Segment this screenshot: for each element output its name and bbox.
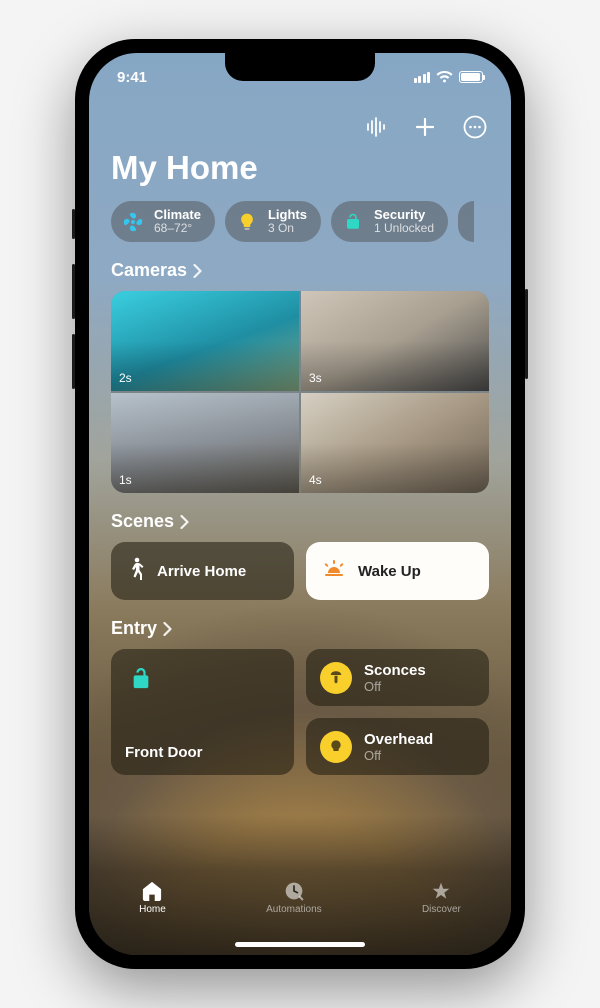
tile-state: Off	[364, 679, 426, 694]
page-title: My Home	[89, 141, 511, 201]
chevron-right-icon	[163, 622, 172, 636]
tab-label: Automations	[266, 904, 322, 915]
camera-timestamp: 4s	[309, 473, 322, 487]
tile-name: Overhead	[364, 731, 433, 748]
camera-tile[interactable]: 4s	[301, 393, 489, 493]
chip-security[interactable]: Security1 Unlocked	[331, 201, 448, 242]
add-button[interactable]	[411, 113, 439, 141]
star-icon	[431, 881, 451, 901]
camera-tile[interactable]: 2s	[111, 291, 299, 391]
house-icon	[141, 881, 163, 901]
chip-more[interactable]	[458, 201, 474, 242]
walk-icon	[127, 557, 145, 585]
chevron-right-icon	[193, 264, 202, 278]
clock-icon	[284, 881, 304, 901]
lock-icon	[125, 663, 157, 695]
intercom-button[interactable]	[361, 113, 389, 141]
chip-label: Climate	[154, 208, 201, 222]
tab-label: Home	[139, 904, 166, 915]
cameras-grid: 2s 3s 1s 4s	[111, 291, 489, 493]
tile-state: Off	[364, 748, 433, 763]
scene-arrive-home[interactable]: Arrive Home	[111, 542, 294, 600]
camera-tile[interactable]: 1s	[111, 393, 299, 493]
cellular-icon	[414, 72, 431, 83]
home-indicator	[235, 942, 365, 947]
lamp-icon	[320, 662, 352, 694]
tile-name: Front Door	[125, 744, 280, 761]
ellipsis-circle-icon	[463, 115, 487, 139]
scene-wake-up[interactable]: Wake Up	[306, 542, 489, 600]
fan-icon	[120, 209, 146, 235]
chip-sub: 3 On	[268, 222, 307, 235]
section-title: Cameras	[111, 260, 187, 281]
lock-icon	[340, 209, 366, 235]
sunrise-icon	[322, 559, 346, 583]
chip-sub: 68–72°	[154, 222, 201, 235]
camera-timestamp: 2s	[119, 371, 132, 385]
notch	[225, 53, 375, 81]
chip-climate[interactable]: Climate68–72°	[111, 201, 215, 242]
category-chips: Climate68–72° Lights3 On Security1 Unloc…	[89, 201, 511, 260]
status-indicators	[414, 71, 484, 83]
scenes-header[interactable]: Scenes	[89, 511, 511, 542]
entry-header[interactable]: Entry	[89, 618, 511, 649]
waveform-icon	[364, 116, 386, 138]
camera-timestamp: 3s	[309, 371, 322, 385]
chip-lights[interactable]: Lights3 On	[225, 201, 321, 242]
bulb-icon	[320, 731, 352, 763]
tile-front-door[interactable]: Front Door	[111, 649, 294, 775]
chip-label: Lights	[268, 208, 307, 222]
battery-icon	[459, 71, 483, 83]
phone-frame: 9:41 My Home	[75, 39, 525, 969]
more-button[interactable]	[461, 113, 489, 141]
wifi-icon	[436, 71, 453, 83]
tile-name: Sconces	[364, 662, 426, 679]
section-title: Entry	[111, 618, 157, 639]
chevron-right-icon	[180, 515, 189, 529]
plus-icon	[415, 117, 435, 137]
section-title: Scenes	[111, 511, 174, 532]
tab-label: Discover	[422, 904, 461, 915]
bulb-icon	[234, 209, 260, 235]
tile-overhead[interactable]: Overhead Off	[306, 718, 489, 775]
camera-timestamp: 1s	[119, 473, 132, 487]
chip-label: Security	[374, 208, 434, 222]
tab-discover[interactable]: Discover	[422, 881, 461, 915]
chip-sub: 1 Unlocked	[374, 222, 434, 235]
cameras-header[interactable]: Cameras	[89, 260, 511, 291]
camera-tile[interactable]: 3s	[301, 291, 489, 391]
tile-sconces[interactable]: Sconces Off	[306, 649, 489, 706]
scene-label: Arrive Home	[157, 563, 246, 580]
tab-home[interactable]: Home	[139, 881, 166, 915]
screen: 9:41 My Home	[89, 53, 511, 955]
scene-label: Wake Up	[358, 563, 421, 580]
tab-automations[interactable]: Automations	[266, 881, 322, 915]
status-time: 9:41	[117, 69, 147, 86]
